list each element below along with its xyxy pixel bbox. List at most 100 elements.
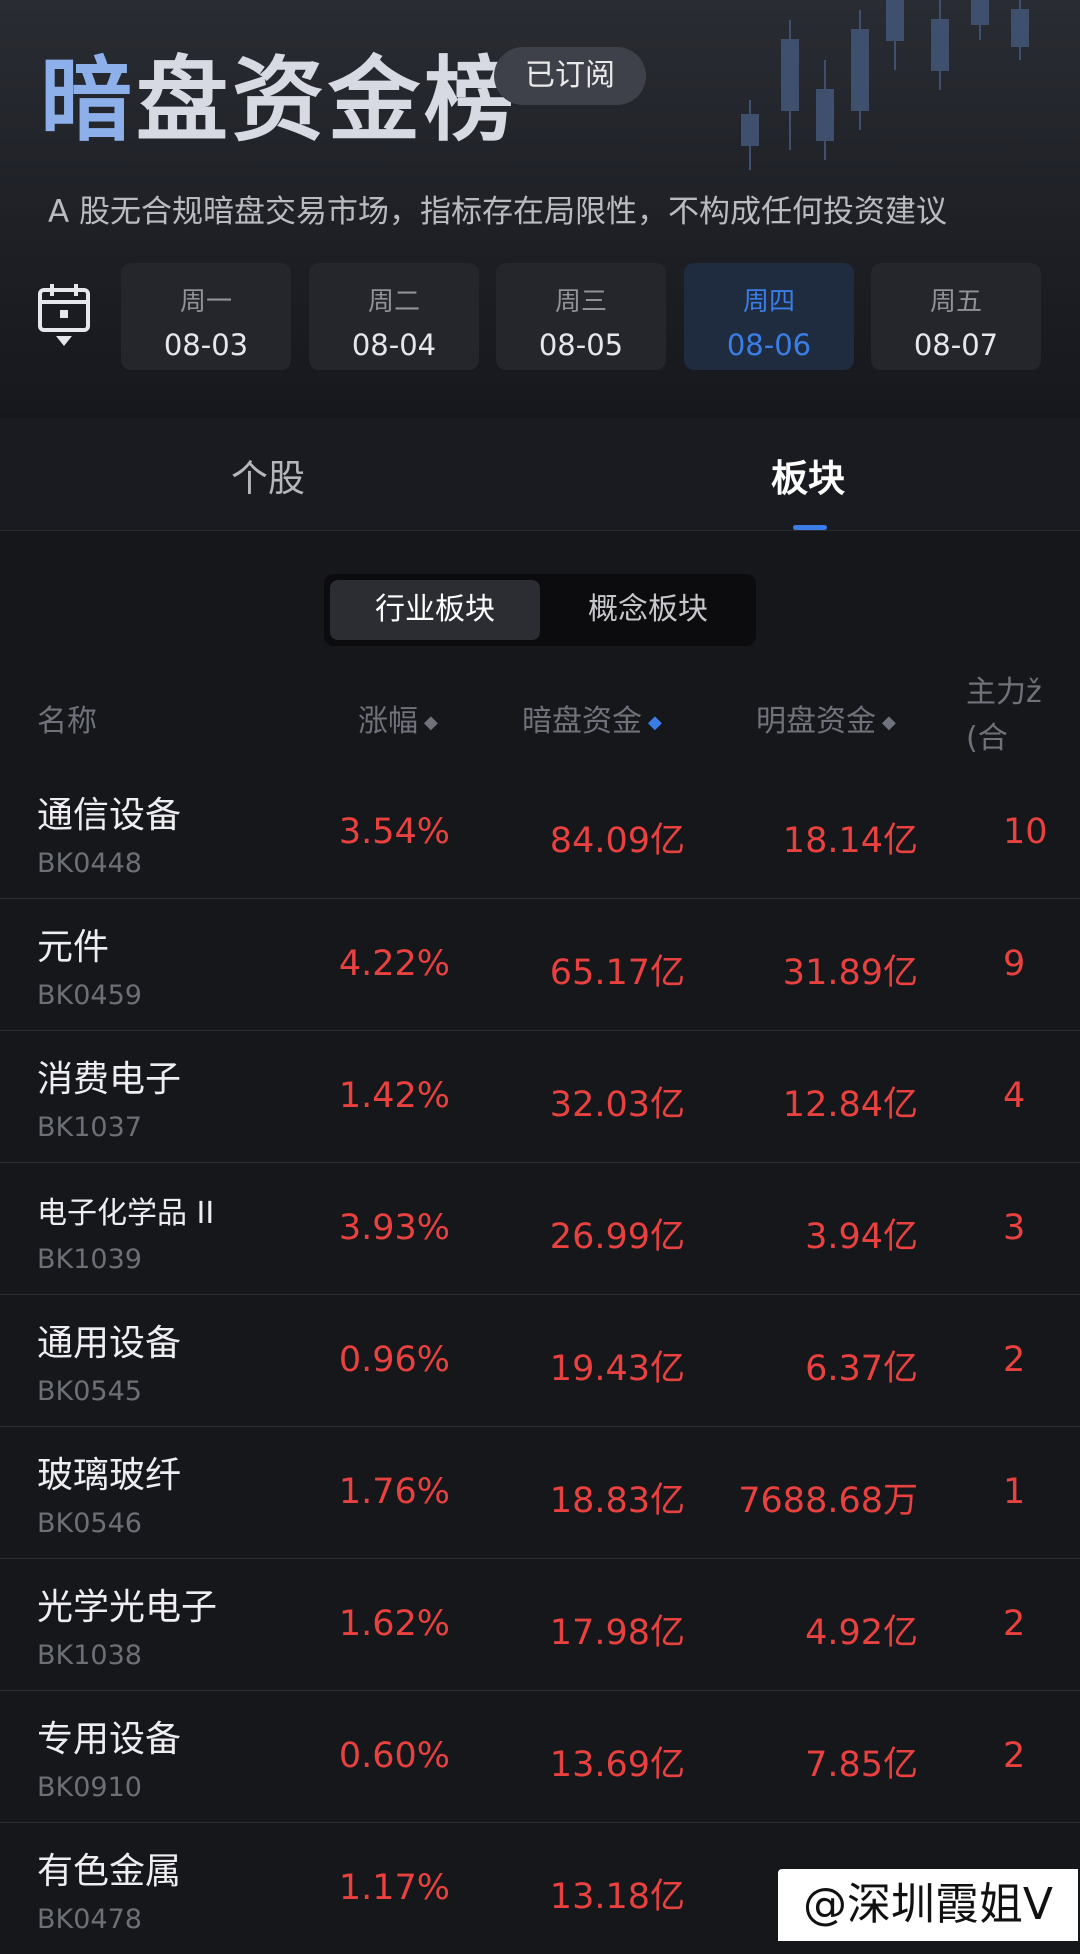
title-first-char: 暗 [40, 46, 137, 154]
sector-code: BK0448 [37, 848, 142, 879]
date-weekday: 周五 [929, 287, 982, 317]
header-dark-fund[interactable]: 暗盘资金 ◆ [522, 696, 662, 740]
main-fund-value: 1 [1003, 1472, 1026, 1512]
main-fund-value: 9 [1003, 944, 1026, 984]
change-value: 1.62% [338, 1604, 450, 1644]
disclaimer-text: A 股无合规暗盘交易市场，指标存在局限性，不构成任何投资建议 [48, 194, 948, 230]
dark-fund-value: 13.69亿 [549, 1745, 685, 1785]
sector-code: BK0478 [37, 1904, 142, 1935]
watermark: @深圳霞姐V [778, 1869, 1078, 1941]
sector-type-toggle: 行业板块 概念板块 [324, 574, 756, 646]
date-value: 08-06 [726, 328, 812, 362]
sector-name: 光学光电子 [37, 1587, 218, 1628]
table-header: 名称 涨幅 ◆ 暗盘资金 ◆ 明盘资金 ◆ 主力ž (合 [0, 660, 1080, 770]
change-value: 3.54% [338, 812, 450, 852]
change-value: 4.22% [338, 944, 450, 984]
date-tab-wed[interactable]: 周三 08-05 [496, 263, 666, 370]
date-tab-mon[interactable]: 周一 08-03 [121, 263, 291, 370]
segment-concept[interactable]: 概念板块 [546, 580, 750, 640]
date-weekday: 周二 [367, 287, 420, 317]
header-main-fund[interactable]: 主力ž (合 [966, 670, 1042, 762]
title-rest: 盘资金榜 [136, 46, 521, 154]
lit-fund-value: 18.14亿 [782, 821, 918, 861]
header-main-line2: (合 [966, 721, 1008, 756]
calendar-icon[interactable] [36, 282, 92, 348]
table-row[interactable]: 专用设备 BK0910 0.60% 13.69亿 7.85亿 2 [0, 1690, 1080, 1823]
change-value: 0.60% [338, 1736, 450, 1776]
sort-icon: ◆ [648, 712, 662, 733]
main-fund-value: 2 [1003, 1736, 1026, 1776]
change-value: 1.76% [338, 1472, 450, 1512]
segment-industry[interactable]: 行业板块 [330, 580, 540, 640]
lit-fund-value: 31.89亿 [782, 953, 918, 993]
sector-code: BK0545 [37, 1376, 142, 1407]
sector-name: 元件 [37, 927, 110, 968]
dark-fund-value: 26.99亿 [549, 1217, 685, 1257]
lit-fund-value: 7688.68万 [738, 1481, 918, 1521]
candlestick-decoration [741, 0, 1029, 170]
tab-stocks[interactable]: 个股 [231, 448, 305, 502]
dark-fund-value: 84.09亿 [549, 821, 685, 861]
table-row[interactable]: 通信设备 BK0448 3.54% 84.09亿 18.14亿 10 [0, 766, 1080, 899]
page-header: 暗盘资金榜 已订阅 A 股无合规暗盘交易市场，指标存在局限性，不构成任何投资建议… [0, 0, 1080, 412]
header-main-line1: 主力ž [966, 675, 1042, 710]
dark-fund-value: 19.43亿 [549, 1349, 685, 1389]
header-name: 名称 [37, 704, 97, 739]
table-row[interactable]: 通用设备 BK0545 0.96% 19.43亿 6.37亿 2 [0, 1294, 1080, 1427]
dark-fund-value: 17.98亿 [549, 1613, 685, 1653]
lit-fund-value: 4.92亿 [805, 1613, 918, 1653]
sector-name: 专用设备 [37, 1719, 182, 1760]
dark-fund-value: 65.17亿 [549, 953, 685, 993]
date-value: 08-05 [538, 328, 624, 362]
header-dark-fund-label: 暗盘资金 [522, 704, 642, 739]
lit-fund-value: 3.94亿 [805, 1217, 918, 1257]
dark-fund-value: 18.83亿 [549, 1481, 685, 1521]
sector-code: BK0910 [37, 1772, 142, 1803]
table-row[interactable]: 玻璃玻纤 BK0546 1.76% 18.83亿 7688.68万 1 [0, 1426, 1080, 1559]
date-weekday: 周一 [179, 287, 232, 317]
lit-fund-value: 6.37亿 [805, 1349, 918, 1389]
date-weekday: 周三 [554, 287, 607, 317]
sector-code: BK0546 [37, 1508, 142, 1539]
date-value: 08-03 [163, 328, 249, 362]
main-fund-value: 2 [1003, 1340, 1026, 1380]
header-change-label: 涨幅 [358, 704, 418, 739]
sector-name: 电子化学品 II [37, 1196, 215, 1231]
table-row[interactable]: 光学光电子 BK1038 1.62% 17.98亿 4.92亿 2 [0, 1558, 1080, 1691]
table-row[interactable]: 元件 BK0459 4.22% 65.17亿 31.89亿 9 [0, 898, 1080, 1031]
tab-sectors[interactable]: 板块 [771, 448, 845, 502]
table-row[interactable]: 电子化学品 II BK1039 3.93% 26.99亿 3.94亿 3 [0, 1162, 1080, 1295]
change-value: 1.17% [338, 1868, 450, 1908]
sort-icon: ◆ [424, 712, 438, 733]
sector-name: 通信设备 [37, 795, 182, 836]
main-fund-value: 2 [1003, 1604, 1026, 1644]
lit-fund-value: 7.85亿 [805, 1745, 918, 1785]
sector-code: BK1039 [37, 1244, 142, 1275]
header-change[interactable]: 涨幅 ◆ [358, 696, 438, 740]
date-tab-thu[interactable]: 周四 08-06 [684, 263, 854, 370]
date-tab-tue[interactable]: 周二 08-04 [309, 263, 479, 370]
sector-name: 玻璃玻纤 [37, 1455, 182, 1496]
header-lit-fund-label: 明盘资金 [756, 704, 876, 739]
date-value: 08-07 [913, 328, 999, 362]
active-tab-indicator [793, 525, 827, 530]
sector-code: BK1037 [37, 1112, 142, 1143]
sort-icon: ◆ [882, 712, 896, 733]
main-tabs: 个股 板块 [0, 418, 1080, 531]
subscribed-badge[interactable]: 已订阅 [494, 47, 646, 105]
sector-name: 通用设备 [37, 1323, 182, 1364]
header-lit-fund[interactable]: 明盘资金 ◆ [756, 696, 896, 740]
main-fund-value: 3 [1003, 1208, 1026, 1248]
sector-code: BK1038 [37, 1640, 142, 1671]
dark-fund-value: 13.18亿 [549, 1877, 685, 1917]
sector-code: BK0459 [37, 980, 142, 1011]
change-value: 0.96% [338, 1340, 450, 1380]
date-tab-fri[interactable]: 周五 08-07 [871, 263, 1041, 370]
dark-fund-value: 32.03亿 [549, 1085, 685, 1125]
main-fund-value: 4 [1003, 1076, 1026, 1116]
date-value: 08-04 [351, 328, 437, 362]
date-weekday: 周四 [742, 287, 795, 317]
lit-fund-value: 12.84亿 [782, 1085, 918, 1125]
table-row[interactable]: 消费电子 BK1037 1.42% 32.03亿 12.84亿 4 [0, 1030, 1080, 1163]
change-value: 3.93% [338, 1208, 450, 1248]
